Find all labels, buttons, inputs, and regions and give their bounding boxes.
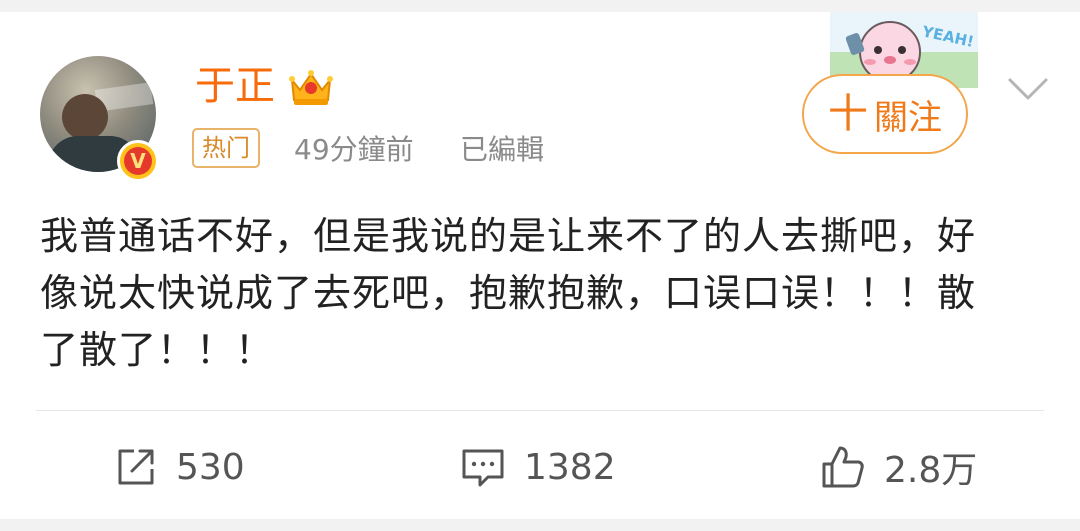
like-count: 2.8万 <box>884 450 978 491</box>
username[interactable]: 于正 <box>195 62 275 110</box>
repost-count: 530 <box>176 446 245 488</box>
edited-label: 已編輯 <box>460 133 545 166</box>
post-content: 我普通话不好，但是我说的是让来不了的人去撕吧，好像说太快说成了去死吧，抱歉抱歉，… <box>40 214 977 372</box>
comment-icon <box>462 449 504 487</box>
like-button[interactable]: 2.8万 <box>820 442 977 492</box>
follow-button[interactable]: 十 關注 <box>802 74 968 154</box>
avatar-head <box>62 94 108 140</box>
weibo-post-card: V 于正 热门 49分鐘前 已編輯 YEAH! 十 關注 我普通话不好，但是我说… <box>0 12 1080 519</box>
plus-icon: 十 <box>828 91 868 137</box>
thumbs-up-icon <box>822 446 864 488</box>
divider <box>36 410 1044 411</box>
comment-button[interactable]: 1382 <box>460 442 616 492</box>
chevron-down-icon[interactable] <box>1006 74 1050 104</box>
comment-count: 1382 <box>524 446 616 488</box>
verified-badge-letter: V <box>124 147 152 175</box>
verified-badge-icon: V <box>117 140 159 182</box>
repost-icon <box>118 449 154 485</box>
repost-button[interactable]: 530 <box>114 442 245 492</box>
hot-tag: 热门 <box>192 128 260 168</box>
post-time: 49分鐘前 <box>294 133 414 166</box>
follow-label: 關注 <box>874 97 942 138</box>
crown-icon <box>289 70 333 105</box>
